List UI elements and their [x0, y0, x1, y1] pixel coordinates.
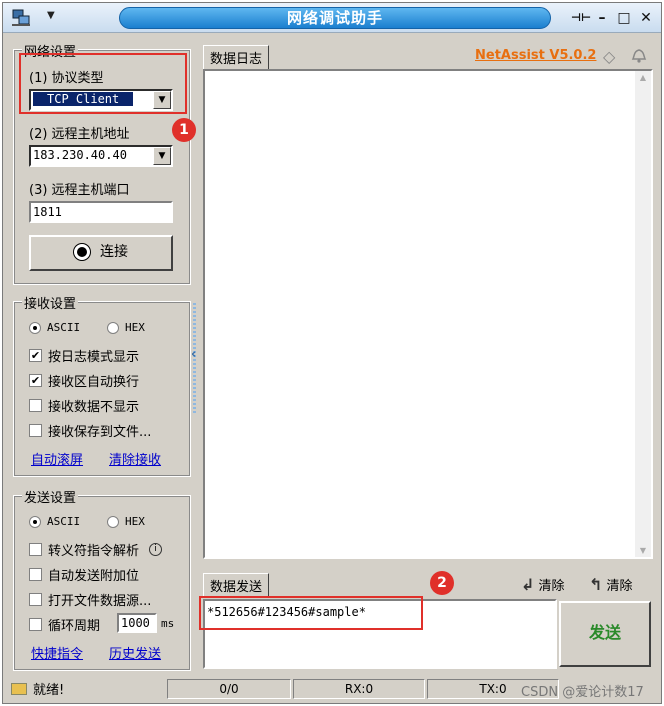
radio-label: ASCII [47, 321, 81, 334]
host-label: (2) 远程主机地址 [29, 127, 130, 142]
splitter-handle[interactable]: ‹ [191, 303, 199, 413]
send-history-link[interactable]: 历史发送 [109, 643, 161, 662]
receive-option-save-file[interactable]: 接收保存到文件... [29, 421, 151, 440]
checkbox-label: 循环周期 [48, 619, 101, 634]
scroll-down-icon[interactable]: ▼ [635, 546, 651, 555]
checkbox-icon[interactable] [29, 424, 42, 437]
record-icon [74, 244, 90, 260]
radio-label: HEX [125, 321, 145, 334]
status-count: 0/0 [167, 679, 291, 699]
port-input[interactable]: 1811 [29, 201, 173, 223]
group-title: 接收设置 [22, 293, 79, 312]
status-ready: 就绪! [11, 679, 167, 699]
radio-selected-icon [29, 515, 41, 528]
send-option-escape-parse[interactable]: 转义符指令解析 i [29, 540, 163, 559]
checkbox-label: 接收数据不显示 [48, 400, 140, 415]
clear-send-button-1[interactable]: ↲ 清除 [521, 575, 565, 594]
info-icon[interactable]: i [149, 543, 163, 556]
radio-icon [107, 515, 119, 528]
checkbox-icon[interactable] [29, 618, 42, 631]
send-option-append-bits[interactable]: 自动发送附加位 [29, 565, 139, 584]
annotation-box-send-content [199, 596, 423, 630]
checkbox-label: 转义符指令解析 [48, 544, 140, 559]
checkbox-label: 接收区自动换行 [48, 375, 140, 390]
host-value: 183.230.40.40 [33, 148, 127, 162]
collapse-arrow-icon[interactable]: ‹ [191, 347, 196, 362]
checkbox-icon[interactable]: ✔ [29, 374, 42, 387]
receive-ascii-radio[interactable]: ASCII [29, 321, 80, 334]
radio-selected-icon [29, 321, 41, 334]
shortcut-commands-link[interactable]: 快捷指令 [31, 643, 83, 662]
port-label: (3) 远程主机端口 [29, 183, 130, 198]
checkbox-icon[interactable] [29, 593, 42, 606]
connect-label: 连接 [100, 244, 128, 260]
send-ascii-radio[interactable]: ASCII [29, 515, 80, 528]
cycle-period-input[interactable]: 1000 [117, 613, 157, 633]
tab-data-send[interactable]: 数据发送 [203, 573, 270, 598]
checkbox-icon[interactable]: ✔ [29, 349, 42, 362]
send-button[interactable]: 发送 [559, 601, 651, 667]
group-title: 发送设置 [22, 487, 79, 506]
checkbox-icon[interactable] [29, 568, 42, 581]
autoscroll-link[interactable]: 自动滚屏 [31, 449, 83, 468]
clear-label: 清除 [606, 579, 633, 594]
checkbox-label: 按日志模式显示 [48, 350, 140, 365]
log-scrollbar[interactable]: ▲ ▼ [635, 71, 651, 557]
arrow-up-icon: ↰ [589, 575, 603, 594]
window-title: 网络调试助手 [119, 7, 551, 29]
cycle-unit: ms [161, 617, 175, 630]
receive-option-hide[interactable]: 接收数据不显示 [29, 396, 139, 415]
status-rx: RX:0 [293, 679, 425, 699]
watermark: CSDN @爱论计数17 [521, 685, 644, 700]
system-menu-arrow-icon[interactable]: ▼ [47, 10, 55, 21]
status-text: 就绪! [33, 683, 65, 698]
checkbox-label: 接收保存到文件... [48, 425, 152, 440]
checkbox-label: 打开文件数据源... [48, 594, 152, 609]
minimize-button[interactable]: – [593, 8, 611, 28]
send-option-file-source[interactable]: 打开文件数据源... [29, 590, 151, 609]
pin-button[interactable]: ⊣⊢ [571, 8, 591, 28]
receive-option-autowrap[interactable]: ✔ 接收区自动换行 [29, 371, 139, 390]
app-icon[interactable] [11, 9, 31, 27]
chevron-down-icon[interactable]: ▼ [153, 147, 171, 165]
annotation-badge-2: 2 [430, 571, 454, 595]
scroll-up-icon[interactable]: ▲ [635, 73, 651, 82]
annotation-box-protocol [19, 53, 187, 114]
status-icon [11, 682, 27, 695]
checkbox-label: 自动发送附加位 [48, 569, 140, 584]
radio-icon [107, 321, 119, 334]
data-log-area[interactable]: ▲ ▼ [203, 69, 653, 559]
tab-data-log[interactable]: 数据日志 [203, 45, 270, 70]
radio-label: ASCII [47, 515, 81, 528]
annotation-badge-1: 1 [172, 118, 196, 142]
host-select[interactable]: 183.230.40.40 ▼ [29, 145, 173, 167]
receive-option-log-mode[interactable]: ✔ 按日志模式显示 [29, 346, 139, 365]
bell-icon[interactable] [629, 45, 649, 65]
checkbox-icon[interactable] [29, 543, 42, 556]
send-option-cycle[interactable]: 循环周期 [29, 615, 100, 634]
checkbox-icon[interactable] [29, 399, 42, 412]
restore-button[interactable]: □ [615, 8, 633, 28]
send-hex-radio[interactable]: HEX [107, 515, 145, 528]
clear-label: 清除 [538, 579, 565, 594]
close-button[interactable]: ✕ [637, 8, 655, 28]
clear-send-button-2[interactable]: ↰ 清除 [589, 575, 633, 594]
clear-receive-link[interactable]: 清除接收 [109, 449, 161, 468]
diamond-icon[interactable]: ◇ [603, 47, 615, 66]
arrow-down-left-icon: ↲ [521, 575, 535, 594]
connect-button[interactable]: 连接 [29, 235, 173, 271]
brand-link[interactable]: NetAssist V5.0.2 [475, 48, 596, 63]
title-bar: ▼ 网络调试助手 ⊣⊢ – □ ✕ [3, 3, 661, 33]
radio-label: HEX [125, 515, 145, 528]
receive-hex-radio[interactable]: HEX [107, 321, 145, 334]
